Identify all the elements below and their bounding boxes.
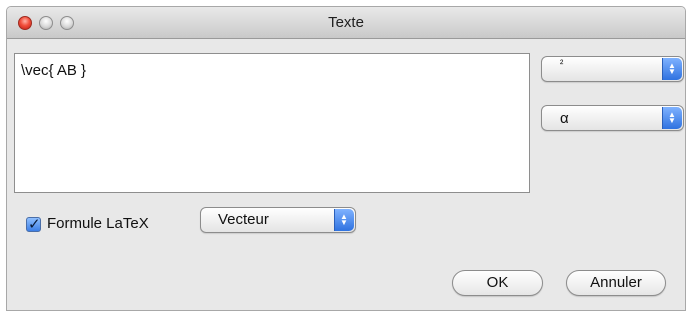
dialog-window: Texte \vec{ AB } ² ▲ ▼ α ▲ ▼ ✓ Formule LaT…	[6, 6, 686, 311]
title-bar[interactable]: Texte	[7, 7, 685, 39]
latex-formula-checkbox[interactable]: ✓	[26, 216, 41, 233]
up-down-arrows-icon: ▲ ▼	[662, 58, 682, 80]
greek-letter-select[interactable]: α ▲ ▼	[541, 105, 684, 131]
latex-formula-label[interactable]: Formule LaTeX	[47, 215, 149, 232]
cancel-button[interactable]: Annuler	[566, 270, 666, 296]
checkmark-icon: ✓	[28, 216, 41, 233]
formula-type-select-value: Vecteur	[218, 211, 269, 228]
superscript-select-value: ²	[560, 59, 564, 70]
up-down-arrows-icon: ▲ ▼	[334, 209, 354, 231]
latex-text-area[interactable]: \vec{ AB }	[14, 53, 530, 193]
greek-letter-select-value: α	[560, 110, 569, 127]
formula-type-select[interactable]: Vecteur ▲ ▼	[200, 207, 356, 233]
window-title: Texte	[328, 14, 364, 31]
ok-button[interactable]: OK	[452, 270, 543, 296]
superscript-select[interactable]: ² ▲ ▼	[541, 56, 684, 82]
up-down-arrows-icon: ▲ ▼	[662, 107, 682, 129]
